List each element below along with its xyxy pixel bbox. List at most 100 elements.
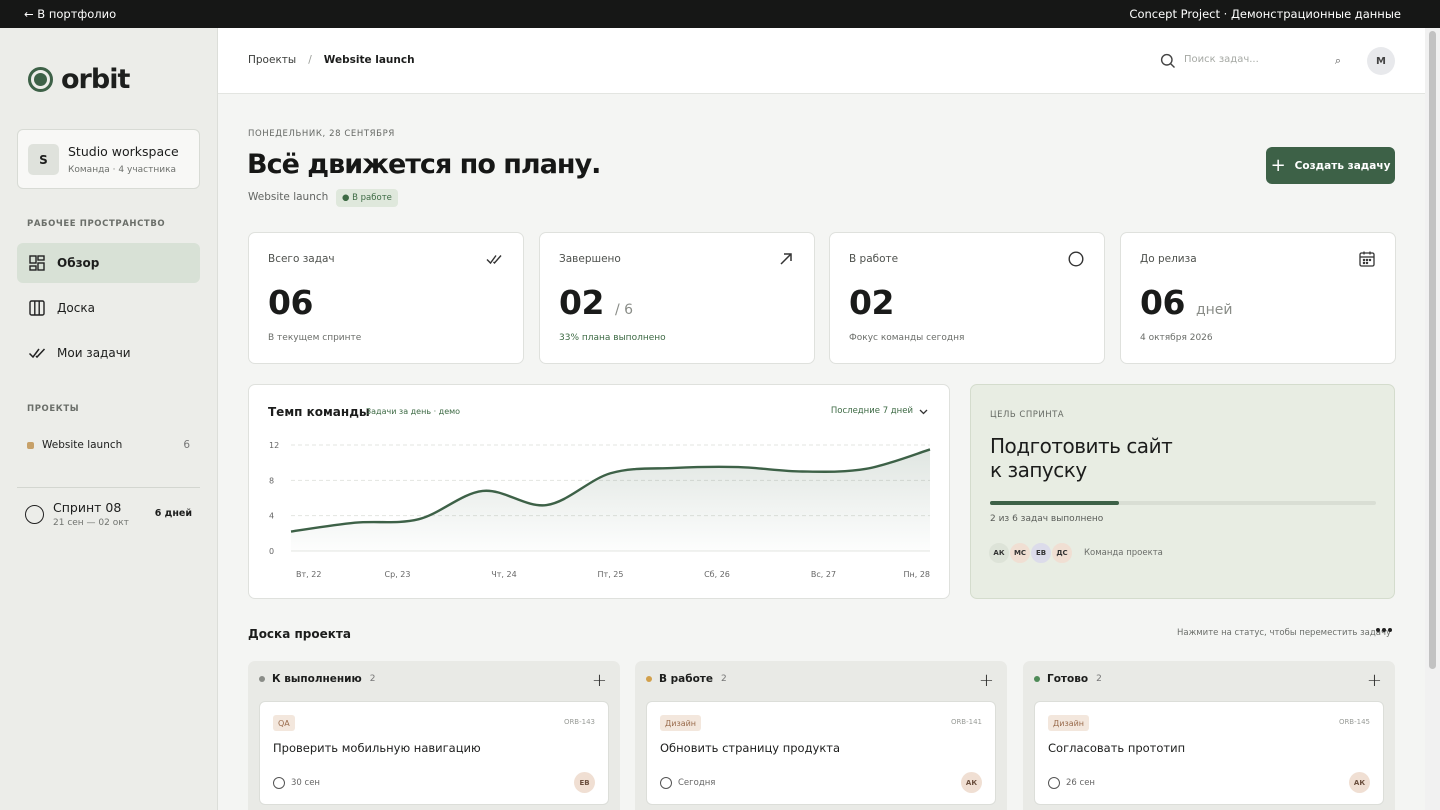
board-column-done: Готово 2 + Дизайн ORB-145 Согласовать про… (1023, 661, 1395, 810)
check-icon (28, 348, 46, 359)
task-tag: Дизайн (660, 715, 702, 731)
workspace-subtitle: Команда · 4 участника (68, 165, 177, 175)
kpi-value: 06 дней (1140, 283, 1233, 322)
page-header: Проекты / Website launch Поиск задач... ⌕ … (218, 28, 1425, 94)
circle-icon[interactable] (660, 777, 672, 789)
avatar[interactable]: МС (1009, 542, 1031, 564)
scrollbar[interactable] (1425, 28, 1440, 810)
arrow-up-right-icon (780, 253, 792, 265)
add-task-icon[interactable]: + (979, 670, 994, 691)
sidebar-project-website-launch[interactable]: Website launch 6 (27, 439, 190, 451)
more-options-icon[interactable] (1376, 625, 1394, 635)
project-name: Website launch (248, 191, 329, 203)
add-task-icon[interactable]: + (592, 670, 607, 691)
column-count: 2 (369, 674, 376, 684)
sidebar: orbit S Studio workspace Команда · 4 уча… (0, 28, 218, 810)
column-count: 2 (1096, 674, 1102, 684)
y-tick-label: 12 (269, 441, 279, 450)
column-name: В работе (659, 673, 714, 685)
sprint-card[interactable]: Спринт 08 21 сен — 02 окт 6 дней (25, 500, 197, 532)
task-tag: Дизайн (1048, 715, 1090, 731)
task-card[interactable]: Дизайн ORB-141 Обновить страницу продукт… (646, 701, 996, 805)
avatar[interactable]: ЕВ (1030, 542, 1052, 564)
avatar[interactable]: АК (988, 542, 1010, 564)
sprint-goal-card: ЦЕЛЬ СПРИНТА Подготовить сайт к запуску 2… (970, 384, 1395, 599)
kpi-value: 06 (268, 283, 313, 322)
search-input[interactable]: Поиск задач... ⌕ (1160, 50, 1348, 72)
chart-range-dropdown[interactable]: Последние 7 дней (831, 406, 928, 416)
x-tick-label: Пн, 28 (903, 570, 930, 579)
sidebar-item-label: Мои задачи (57, 346, 131, 360)
column-header[interactable]: К выполнению 2 (259, 673, 375, 685)
circle-icon (1068, 251, 1084, 267)
kpi-note: В текущем спринте (268, 333, 362, 343)
scrollbar-thumb[interactable] (1429, 31, 1436, 669)
back-to-portfolio-link[interactable]: ← В портфолио (24, 7, 116, 21)
kpi-label: Завершено (559, 253, 621, 265)
x-tick-label: Чт, 24 (491, 570, 516, 579)
kpi-completed: Завершено 02 / 6 33% плана выполнено (539, 232, 815, 364)
board-column-todo: К выполнению 2 + QA ORB-143 Проверить моб… (248, 661, 620, 810)
y-tick-label: 8 (269, 476, 274, 485)
column-header[interactable]: Готово 2 (1034, 673, 1102, 685)
avatar: АК (961, 772, 982, 793)
status-badge: ● В работе (336, 189, 398, 207)
add-task-icon[interactable]: + (1367, 670, 1382, 691)
chart-area (291, 449, 930, 551)
kpi-value: 02 / 6 (559, 283, 634, 322)
circle-icon[interactable] (273, 777, 285, 789)
chart-subtitle: Задачи за день · демо (366, 407, 461, 416)
sprint-progress-icon (25, 505, 44, 524)
avatar[interactable]: ДС (1051, 542, 1073, 564)
logo[interactable]: orbit (28, 64, 130, 95)
plus-icon: + (1270, 154, 1286, 176)
team-label: Команда проекта (1084, 548, 1163, 558)
sidebar-divider (17, 487, 200, 488)
double-check-icon (486, 255, 502, 265)
main-content: ПОНЕДЕЛЬНИК, 28 СЕНТЯБРЯ Всё движется по… (218, 94, 1425, 810)
projects-section-label: ПРОЕКТЫ (27, 404, 80, 414)
project-color-dot (27, 441, 34, 449)
sprint-goal-title: Подготовить сайт к запуску (990, 434, 1173, 482)
board-hint: Нажмите на статус, чтобы переместить зад… (1177, 628, 1391, 638)
task-due: 26 сен (1048, 777, 1095, 789)
team-pace-chart: 12 8 4 0 Вт, 22 Ср, 23 Чт, 24 Пт, 25 Сб, 26 Вс, 2… (248, 384, 950, 599)
chevron-down-icon (919, 409, 928, 414)
kpi-note: 33% плана выполнено (559, 333, 666, 343)
task-id: ORB-141 (950, 718, 982, 726)
current-date: ПОНЕДЕЛЬНИК, 28 СЕНТЯБРЯ (248, 129, 395, 139)
kpi-label: В работе (849, 253, 899, 265)
create-task-button[interactable]: + Создать задачу (1266, 147, 1395, 184)
sidebar-item-overview[interactable]: Обзор (17, 243, 200, 283)
project-info: Concept Project · Демонстрационные данны… (1129, 7, 1401, 21)
kpi-in-progress: В работе 02 Фокус команды сегодня (829, 232, 1105, 364)
column-header[interactable]: В работе 2 (646, 673, 727, 685)
status-dot (259, 676, 265, 682)
create-task-label: Создать задачу (1294, 159, 1391, 172)
kpi-label: Всего задач (268, 253, 335, 265)
breadcrumb-projects[interactable]: Проекты (248, 54, 296, 66)
kpi-total-tasks: Всего задач 06 В текущем спринте (248, 232, 524, 364)
status-dot (646, 676, 652, 682)
task-card[interactable]: Дизайн ORB-145 Согласовать прототип 26 с… (1034, 701, 1384, 805)
column-name: Готово (1047, 673, 1089, 685)
page-title: Всё движется по плану. (247, 149, 601, 180)
sprint-goal-progress-bar (990, 501, 1376, 505)
sidebar-item-my-tasks[interactable]: Мои задачи (17, 333, 200, 373)
top-bar: ← В портфолио Concept Project · Демонстр… (0, 0, 1440, 28)
task-card[interactable]: QA ORB-143 Проверить мобильную навигацию… (259, 701, 609, 805)
column-count: 2 (721, 674, 727, 684)
user-avatar[interactable]: M (1367, 47, 1395, 75)
breadcrumb-current: Website launch (323, 54, 415, 66)
sprint-dates: 21 сен — 02 окт (53, 518, 129, 528)
avatar: АК (1349, 772, 1370, 793)
circle-icon[interactable] (1048, 777, 1060, 789)
task-title: Проверить мобильную навигацию (273, 741, 481, 755)
task-id: ORB-143 (563, 718, 595, 726)
search-placeholder: Поиск задач... (1184, 54, 1259, 65)
sidebar-item-board[interactable]: Доска (17, 288, 200, 328)
y-tick-label: 0 (269, 547, 274, 556)
workspace-switcher[interactable]: S Studio workspace Команда · 4 участника (17, 129, 200, 189)
board-icon (29, 300, 45, 316)
sprint-days-left: 6 дней (154, 508, 192, 519)
